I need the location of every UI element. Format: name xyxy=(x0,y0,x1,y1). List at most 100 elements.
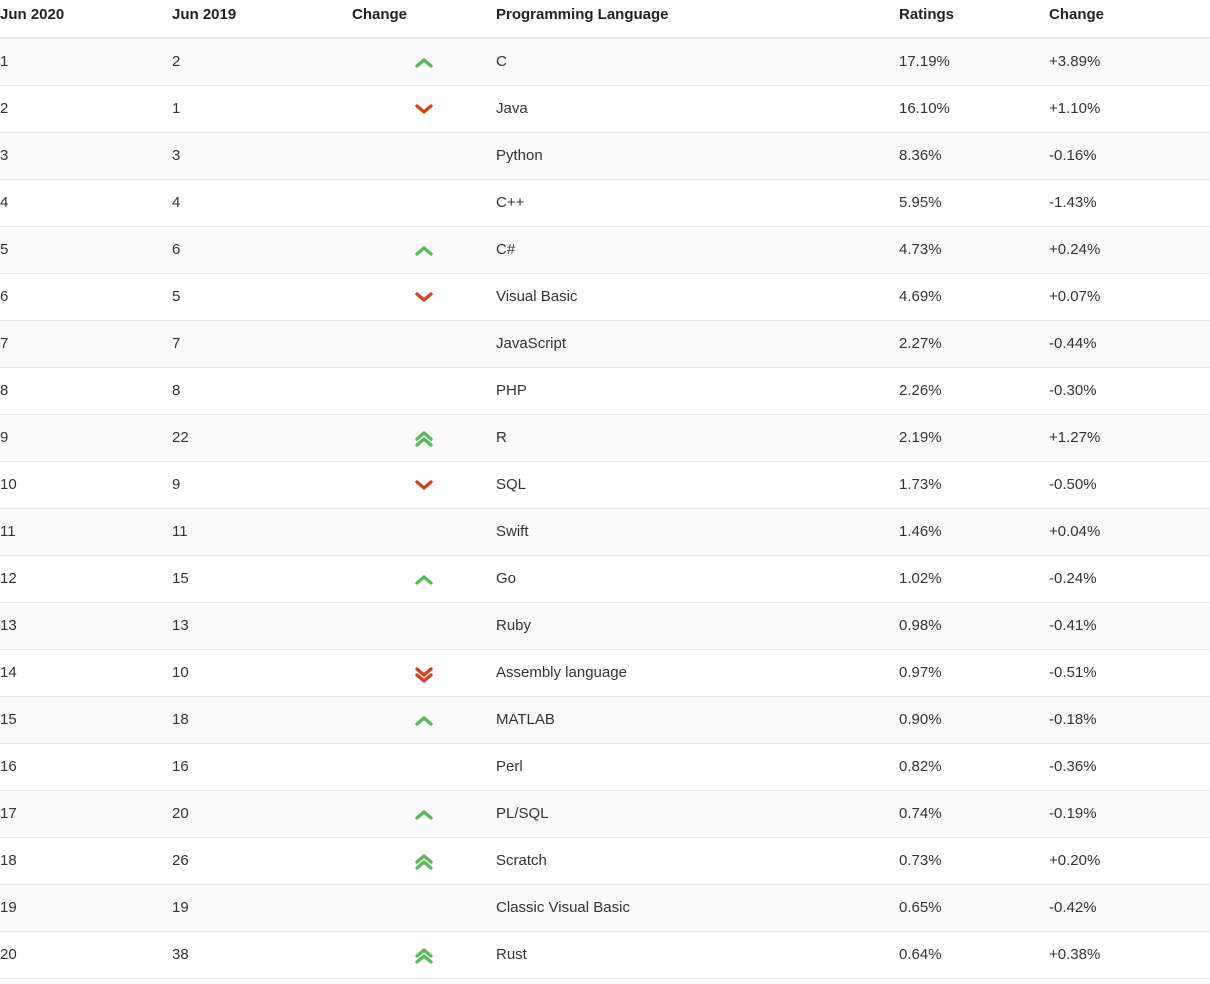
cell-ratings-change: -0.16% xyxy=(1049,132,1210,180)
cell-rank-current: 5 xyxy=(0,226,172,274)
cell-rank-change xyxy=(352,132,496,180)
table-row[interactable]: 20 38 Rust 0.64% +0.38% xyxy=(0,931,1210,979)
double-chevron-up-icon xyxy=(413,849,435,873)
cell-ratings-change: +0.04% xyxy=(1049,508,1210,556)
chevron-up-icon xyxy=(413,567,435,591)
cell-rank-previous: 8 xyxy=(172,367,352,415)
cell-ratings-change: -0.42% xyxy=(1049,884,1210,932)
cell-rank-current: 15 xyxy=(0,696,172,744)
cell-rank-current: 9 xyxy=(0,414,172,462)
cell-ratings-change: -0.50% xyxy=(1049,461,1210,509)
cell-rank-previous: 5 xyxy=(172,273,352,321)
cell-ratings: 4.73% xyxy=(899,226,1049,274)
cell-rank-change xyxy=(352,461,496,509)
cell-rank-change xyxy=(352,85,496,133)
no-change-icon xyxy=(413,136,435,160)
table-row[interactable]: 14 10 Assembly language 0.97% -0.51% xyxy=(0,649,1210,697)
table-row[interactable]: 6 5 Visual Basic 4.69% +0.07% xyxy=(0,273,1210,321)
cell-rank-change xyxy=(352,38,496,86)
table-row[interactable]: 16 16 Perl 0.82% -0.36% xyxy=(0,743,1210,791)
table-row[interactable]: 9 22 R 2.19% +1.27% xyxy=(0,414,1210,462)
cell-rank-change xyxy=(352,367,496,415)
chevron-up-icon xyxy=(413,802,435,826)
chevron-down-icon xyxy=(413,285,435,309)
cell-programming-language: Go xyxy=(496,555,899,603)
cell-ratings: 2.19% xyxy=(899,414,1049,462)
cell-ratings-change: -1.43% xyxy=(1049,179,1210,227)
cell-rank-current: 11 xyxy=(0,508,172,556)
cell-rank-change xyxy=(352,320,496,368)
table-row[interactable]: 3 3 Python 8.36% -0.16% xyxy=(0,132,1210,180)
table-row[interactable]: 1 2 C 17.19% +3.89% xyxy=(0,38,1210,86)
cell-rank-previous: 3 xyxy=(172,132,352,180)
no-change-icon xyxy=(413,371,435,395)
cell-rank-change xyxy=(352,931,496,979)
cell-ratings: 0.82% xyxy=(899,743,1049,791)
cell-ratings-change: -0.51% xyxy=(1049,649,1210,697)
cell-ratings: 2.26% xyxy=(899,367,1049,415)
cell-programming-language: C xyxy=(496,38,899,86)
cell-rank-change xyxy=(352,179,496,227)
table-row[interactable]: 5 6 C# 4.73% +0.24% xyxy=(0,226,1210,274)
cell-programming-language: C# xyxy=(496,226,899,274)
cell-rank-previous: 26 xyxy=(172,837,352,885)
no-change-icon xyxy=(413,747,435,771)
table-row[interactable]: 4 4 C++ 5.95% -1.43% xyxy=(0,179,1210,227)
cell-programming-language: SQL xyxy=(496,461,899,509)
cell-rank-previous: 13 xyxy=(172,602,352,650)
cell-rank-current: 12 xyxy=(0,555,172,603)
column-header-rank-change[interactable]: Change xyxy=(352,0,496,39)
cell-rank-current: 3 xyxy=(0,132,172,180)
cell-programming-language: Swift xyxy=(496,508,899,556)
cell-rank-previous: 9 xyxy=(172,461,352,509)
table-row[interactable]: 12 15 Go 1.02% -0.24% xyxy=(0,555,1210,603)
cell-programming-language: Visual Basic xyxy=(496,273,899,321)
cell-ratings: 0.97% xyxy=(899,649,1049,697)
cell-rank-change xyxy=(352,790,496,838)
column-header-rank-previous[interactable]: Jun 2019 xyxy=(172,0,352,39)
cell-rank-change xyxy=(352,696,496,744)
cell-rank-change xyxy=(352,837,496,885)
cell-rank-current: 6 xyxy=(0,273,172,321)
column-header-ratings-change[interactable]: Change xyxy=(1049,0,1210,39)
cell-rank-previous: 6 xyxy=(172,226,352,274)
cell-rank-previous: 22 xyxy=(172,414,352,462)
cell-rank-change xyxy=(352,226,496,274)
cell-ratings: 0.90% xyxy=(899,696,1049,744)
table-row[interactable]: 15 18 MATLAB 0.90% -0.18% xyxy=(0,696,1210,744)
table-row[interactable]: 8 8 PHP 2.26% -0.30% xyxy=(0,367,1210,415)
cell-programming-language: R xyxy=(496,414,899,462)
cell-rank-previous: 38 xyxy=(172,931,352,979)
table-row[interactable]: 2 1 Java 16.10% +1.10% xyxy=(0,85,1210,133)
column-header-ratings[interactable]: Ratings xyxy=(899,0,1049,39)
cell-ratings-change: +0.20% xyxy=(1049,837,1210,885)
double-chevron-down-icon xyxy=(413,661,435,685)
cell-rank-previous: 2 xyxy=(172,38,352,86)
chevron-down-icon xyxy=(413,473,435,497)
table-row[interactable]: 13 13 Ruby 0.98% -0.41% xyxy=(0,602,1210,650)
cell-rank-current: 20 xyxy=(0,931,172,979)
cell-ratings: 0.64% xyxy=(899,931,1049,979)
table-row[interactable]: 18 26 Scratch 0.73% +0.20% xyxy=(0,837,1210,885)
table-header: Jun 2020 Jun 2019 Change Programming Lan… xyxy=(0,0,1210,39)
double-chevron-up-icon xyxy=(413,943,435,967)
cell-rank-change xyxy=(352,743,496,791)
table-row[interactable]: 17 20 PL/SQL 0.74% -0.19% xyxy=(0,790,1210,838)
tiobe-index-table: Jun 2020 Jun 2019 Change Programming Lan… xyxy=(0,0,1210,979)
cell-rank-current: 8 xyxy=(0,367,172,415)
table-row[interactable]: 10 9 SQL 1.73% -0.50% xyxy=(0,461,1210,509)
column-header-programming-language[interactable]: Programming Language xyxy=(496,0,899,39)
cell-ratings-change: -0.44% xyxy=(1049,320,1210,368)
cell-programming-language: C++ xyxy=(496,179,899,227)
cell-rank-change xyxy=(352,273,496,321)
column-header-rank-current[interactable]: Jun 2020 xyxy=(0,0,172,39)
cell-ratings: 16.10% xyxy=(899,85,1049,133)
cell-ratings-change: +0.07% xyxy=(1049,273,1210,321)
table-body: 1 2 C 17.19% +3.89% 2 1 Java 16.10% +1.10% 3 3 Pytho… xyxy=(0,38,1210,979)
cell-rank-current: 1 xyxy=(0,38,172,86)
table-row[interactable]: 19 19 Classic Visual Basic 0.65% -0.42% xyxy=(0,884,1210,932)
table-row[interactable]: 11 11 Swift 1.46% +0.04% xyxy=(0,508,1210,556)
cell-rank-previous: 10 xyxy=(172,649,352,697)
table-row[interactable]: 7 7 JavaScript 2.27% -0.44% xyxy=(0,320,1210,368)
cell-ratings: 1.02% xyxy=(899,555,1049,603)
